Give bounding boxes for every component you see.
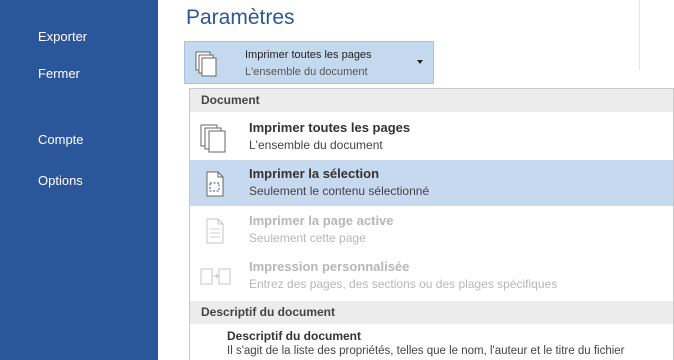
sidebar-item-compte[interactable]: Compte	[0, 125, 158, 155]
selector-subtitle: L'ensemble du document	[245, 66, 368, 78]
menu-option-document-info[interactable]: Descriptif du document Il s'agit de la l…	[190, 325, 673, 360]
pages-stack-icon	[199, 123, 229, 158]
option-subtitle: Seulement le contenu sélectionné	[249, 184, 430, 198]
single-page-icon	[199, 216, 229, 251]
settings-title: Paramètres	[186, 6, 295, 29]
print-range-selector[interactable]: Imprimer toutes les pages L'ensemble du …	[184, 41, 434, 84]
section-header-document-info: Descriptif du document	[190, 301, 673, 324]
backstage-sidebar: Exporter Fermer Compte Options	[0, 0, 158, 360]
option-subtitle: Il s'agit de la liste des propriétés, te…	[227, 345, 625, 357]
option-title: Imprimer la sélection	[249, 166, 380, 181]
menu-option-custom-print[interactable]: Impression personnalisée Entrez des page…	[190, 253, 673, 299]
custom-pages-icon	[199, 262, 233, 297]
section-header-document: Document	[190, 89, 673, 112]
pages-stack-icon	[195, 51, 219, 82]
option-title: Imprimer toutes les pages	[249, 120, 411, 135]
option-title: Imprimer la page active	[249, 213, 394, 228]
panel-divider	[639, 0, 640, 70]
sidebar-item-options[interactable]: Options	[0, 166, 158, 196]
menu-option-selection[interactable]: Imprimer la sélection Seulement le conte…	[190, 160, 673, 206]
option-subtitle: Entrez des pages, des sections ou des pl…	[249, 277, 558, 291]
menu-option-active-page[interactable]: Imprimer la page active Seulement cette …	[190, 207, 673, 253]
dropdown-arrow-icon[interactable]	[417, 60, 423, 64]
sidebar-item-fermer[interactable]: Fermer	[0, 59, 158, 89]
print-range-menu: Document Imprimer toutes les pages L'ens…	[189, 88, 674, 360]
menu-option-all-pages[interactable]: Imprimer toutes les pages L'ensemble du …	[190, 114, 673, 160]
option-subtitle: Seulement cette page	[249, 231, 366, 245]
sidebar-item-exporter[interactable]: Exporter	[0, 22, 158, 52]
option-title: Impression personnalisée	[249, 259, 410, 274]
print-settings-panel: Paramètres Imprimer toutes les pages L'e…	[158, 0, 674, 360]
option-subtitle: L'ensemble du document	[249, 138, 383, 152]
option-title: Descriptif du document	[227, 329, 362, 343]
selector-title: Imprimer toutes les pages	[245, 49, 372, 61]
selection-page-icon	[199, 169, 229, 204]
